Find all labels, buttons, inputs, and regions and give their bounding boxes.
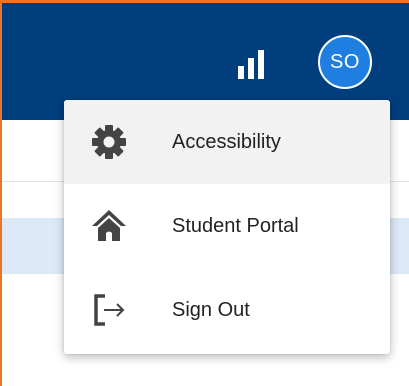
sign-out-icon — [90, 291, 128, 329]
menu-item-label: Sign Out — [172, 298, 250, 321]
app-frame: SO Accessibility Student Portal Sign Out — [0, 0, 409, 386]
user-dropdown-menu: Accessibility Student Portal Sign Out — [64, 100, 390, 354]
home-icon — [90, 207, 128, 245]
menu-item-accessibility[interactable]: Accessibility — [64, 100, 390, 184]
gear-icon — [90, 123, 128, 161]
user-avatar-button[interactable]: SO — [318, 35, 372, 89]
menu-item-sign-out[interactable]: Sign Out — [64, 268, 390, 352]
menu-item-label: Accessibility — [172, 130, 281, 153]
menu-item-student-portal[interactable]: Student Portal — [64, 184, 390, 268]
signal-bars-icon[interactable] — [234, 48, 270, 80]
menu-item-label: Student Portal — [172, 214, 299, 237]
